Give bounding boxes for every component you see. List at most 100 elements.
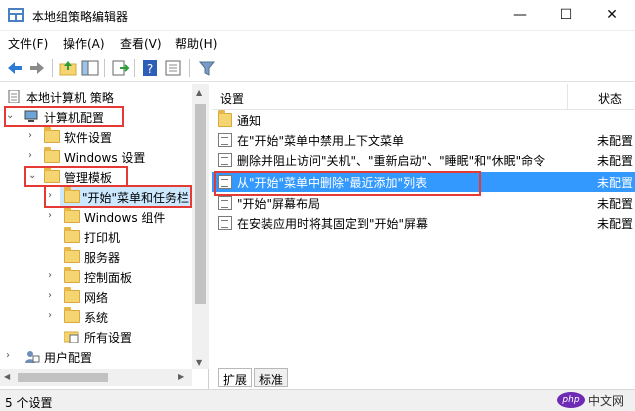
column-header-state[interactable]: 状态 xyxy=(568,84,635,110)
forward-icon[interactable] xyxy=(27,58,47,78)
policy-setting-icon xyxy=(218,133,232,147)
tree-item-printers[interactable]: 打印机 xyxy=(0,227,192,247)
tab-extended[interactable]: 扩展 xyxy=(218,368,253,387)
scroll-down-icon[interactable]: ▼ xyxy=(196,358,202,367)
help-icon[interactable]: ? xyxy=(140,58,160,78)
tree-label: 控制面板 xyxy=(84,271,133,285)
list-item-state: 未配置 xyxy=(597,154,634,168)
tree-item-servers[interactable]: 服务器 xyxy=(0,247,192,267)
maximize-button[interactable]: ☐ xyxy=(543,0,589,31)
list-item-state: 未配置 xyxy=(597,197,634,211)
tree-horizontal-scrollbar[interactable]: ◀ ▶ xyxy=(0,369,192,386)
list-item-state: 未配置 xyxy=(597,217,634,231)
tree-item-windows-components[interactable]: › Windows 组件 xyxy=(0,207,192,227)
tree-item-windows-settings[interactable]: › Windows 设置 xyxy=(0,147,192,167)
list-item-label: 在安装应用时将其固定到"开始"屏幕 xyxy=(237,217,429,231)
folder-icon xyxy=(64,227,80,243)
chevron-right-icon[interactable]: › xyxy=(48,210,58,221)
tree-label: 所有设置 xyxy=(84,331,133,345)
tree-label: 系统 xyxy=(84,311,109,325)
tree-label: Windows 设置 xyxy=(64,151,146,165)
watermark: php 中文网 xyxy=(557,391,633,409)
folder-icon xyxy=(64,247,80,263)
tree-item-control-panel[interactable]: › 控制面板 xyxy=(0,267,192,287)
list-item-state: 未配置 xyxy=(597,134,634,148)
tree-label: 网络 xyxy=(84,291,109,305)
watermark-text: 中文网 xyxy=(588,394,625,408)
title-bar: 本地组策略编辑器 — ☐ ✕ xyxy=(0,0,635,31)
list-item-label: 删除并阻止访问"关机"、"重新启动"、"睡眠"和"休眠"命令 xyxy=(237,154,546,168)
list-item-label: "开始"屏幕布局 xyxy=(237,197,321,211)
menu-action[interactable]: 操作(A) xyxy=(63,35,105,52)
chevron-right-icon[interactable]: › xyxy=(48,270,58,281)
scroll-right-icon[interactable]: ▶ xyxy=(178,372,184,381)
menu-file[interactable]: 文件(F) xyxy=(8,35,48,52)
settings-list: 设置 状态 通知 在"开始"菜单中禁用上下文菜单 未配置 删除并阻止访问"关机"… xyxy=(212,84,635,389)
user-icon xyxy=(25,351,40,363)
folder-icon xyxy=(64,287,80,303)
tree-item-user-config[interactable]: › 用户配置 xyxy=(0,347,192,367)
minimize-button[interactable]: — xyxy=(497,0,543,31)
properties-icon[interactable] xyxy=(163,58,183,78)
svg-text:?: ? xyxy=(147,62,153,76)
chevron-right-icon[interactable]: › xyxy=(28,150,38,161)
php-logo: php xyxy=(557,392,585,408)
all-settings-icon xyxy=(64,331,79,343)
scrollbar-thumb[interactable] xyxy=(18,373,108,382)
policy-setting-icon xyxy=(218,196,232,210)
list-item-policy[interactable]: 在安装应用时将其固定到"开始"屏幕 未配置 xyxy=(212,213,635,233)
list-item-label: 在"开始"菜单中禁用上下文菜单 xyxy=(237,134,405,148)
tree-item-system[interactable]: › 系统 xyxy=(0,307,192,327)
up-folder-icon[interactable] xyxy=(58,58,78,78)
list-item-state: 未配置 xyxy=(597,176,634,190)
folder-icon xyxy=(64,207,80,223)
chevron-right-icon[interactable]: › xyxy=(48,290,58,301)
list-item-label: 通知 xyxy=(237,114,262,128)
navigation-tree: 本地计算机 策略 ⌄ 计算机配置 › 软件设置 › Windows 设置 ⌄ 管… xyxy=(0,84,209,389)
column-label: 设置 xyxy=(220,92,245,106)
list-item-notifications[interactable]: 通知 xyxy=(212,110,635,130)
show-hide-tree-icon[interactable] xyxy=(80,58,100,78)
list-item-policy[interactable]: "开始"屏幕布局 未配置 xyxy=(212,193,635,213)
export-list-icon[interactable] xyxy=(110,58,130,78)
back-icon[interactable] xyxy=(5,58,25,78)
status-text: 5 个设置 xyxy=(5,396,53,410)
folder-icon xyxy=(44,147,60,163)
annotation-box xyxy=(4,106,124,127)
tree-vertical-scrollbar[interactable]: ▲ ▼ xyxy=(192,84,209,369)
folder-icon xyxy=(64,307,80,323)
view-tabs: 扩展 标准 xyxy=(212,366,635,388)
annotation-box xyxy=(24,166,128,187)
status-bar: 5 个设置 xyxy=(0,389,635,411)
window-title: 本地组策略编辑器 xyxy=(32,10,129,24)
tree-item-local-policy[interactable]: 本地计算机 策略 xyxy=(0,87,192,107)
menu-bar: 文件(F) 操作(A) 查看(V) 帮助(H) xyxy=(0,32,635,53)
tree-item-network[interactable]: › 网络 xyxy=(0,287,192,307)
column-label: 状态 xyxy=(598,92,623,106)
folder-icon xyxy=(44,127,60,143)
menu-view[interactable]: 查看(V) xyxy=(120,35,162,52)
policy-setting-icon xyxy=(218,216,232,230)
tree-item-software-settings[interactable]: › 软件设置 xyxy=(0,127,192,147)
scroll-left-icon[interactable]: ◀ xyxy=(4,372,10,381)
tree-label: 打印机 xyxy=(84,231,121,245)
list-item-policy[interactable]: 在"开始"菜单中禁用上下文菜单 未配置 xyxy=(212,130,635,150)
list-item-policy[interactable]: 删除并阻止访问"关机"、"重新启动"、"睡眠"和"休眠"命令 未配置 xyxy=(212,150,635,170)
tree-label: 服务器 xyxy=(84,251,121,265)
tab-standard[interactable]: 标准 xyxy=(254,368,289,387)
tree-item-all-settings[interactable]: 所有设置 xyxy=(0,327,192,347)
chevron-right-icon[interactable]: › xyxy=(28,130,38,141)
menu-help[interactable]: 帮助(H) xyxy=(175,35,217,52)
tree-label: 用户配置 xyxy=(44,351,93,365)
toolbar: ? xyxy=(0,54,635,82)
scroll-up-icon[interactable]: ▲ xyxy=(196,88,202,97)
tree-label: Windows 组件 xyxy=(84,211,166,225)
annotation-box xyxy=(44,185,192,208)
scrollbar-thumb[interactable] xyxy=(195,104,206,304)
chevron-right-icon[interactable]: › xyxy=(6,350,16,361)
chevron-right-icon[interactable]: › xyxy=(48,310,58,321)
filter-icon[interactable] xyxy=(197,58,217,78)
annotation-box xyxy=(214,171,481,196)
column-header-setting[interactable]: 设置 xyxy=(212,84,567,110)
close-button[interactable]: ✕ xyxy=(589,0,635,31)
